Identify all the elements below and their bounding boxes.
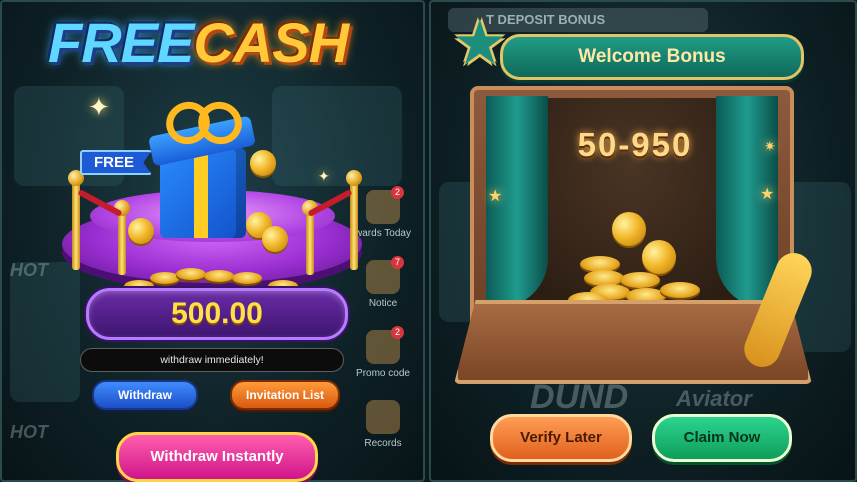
rope-post: [114, 200, 130, 275]
bg-hot-label: HOT: [10, 260, 48, 280]
rope-post: [302, 200, 318, 275]
badge: 2: [391, 186, 404, 199]
bonus-amount: 500.00: [86, 288, 348, 340]
bg-hot-label: HOT: [10, 422, 48, 442]
withdraw-info-text: withdraw immediately!: [80, 348, 344, 372]
coin-icon: [232, 272, 262, 284]
withdraw-instantly-button[interactable]: Withdraw Instantly: [116, 432, 318, 482]
rewards-icon: 2: [366, 186, 404, 224]
side-item-label: Notice: [368, 298, 398, 309]
coin-icon: [642, 240, 676, 274]
gift-box-icon: [148, 115, 256, 238]
side-item-label: Records: [364, 438, 402, 449]
star-badge-icon: ★: [452, 9, 508, 78]
side-item-label: wards Today: [355, 228, 411, 239]
free-tag: FREE: [80, 150, 153, 175]
verify-later-button[interactable]: Verify Later: [490, 414, 632, 462]
sparkle-icon: ✦: [318, 168, 330, 184]
side-item-promo-code: 2 Promo code: [351, 326, 415, 379]
coin-icon: [176, 268, 206, 280]
promo-code-icon: 2: [366, 326, 404, 364]
coin-icon: [612, 212, 646, 246]
coin-icon: [262, 226, 288, 252]
bg-game-title: Aviator: [676, 386, 752, 411]
free-cash-title: FREECASH: [48, 10, 349, 75]
bg-game-title: DUND: [530, 378, 629, 416]
side-item-label: Promo code: [356, 368, 410, 379]
badge: 2: [391, 326, 404, 339]
side-item-notice: 7 Notice: [351, 256, 415, 309]
invitation-list-button[interactable]: Invitation List: [230, 380, 340, 410]
coin-icon: [128, 218, 154, 244]
coin-icon: [204, 270, 234, 282]
coin-icon: [620, 272, 660, 288]
star-icon: ★: [488, 188, 503, 205]
badge: 7: [391, 256, 404, 269]
coin-icon: [660, 282, 700, 298]
bonus-range: 50-950: [577, 126, 693, 163]
star-icon: ✷: [764, 138, 776, 154]
title-cash: CASH: [193, 11, 349, 74]
side-item-records: Records: [351, 400, 415, 449]
background-game-card: [10, 262, 80, 402]
star-icon: ★: [760, 186, 775, 203]
withdraw-button[interactable]: Withdraw: [92, 380, 198, 410]
sparkle-icon: ✦: [88, 92, 110, 122]
side-item-rewards: 2 wards Today: [351, 186, 415, 239]
background-game-card: [272, 86, 402, 186]
notice-icon: 7: [366, 256, 404, 294]
records-icon: [366, 400, 400, 434]
welcome-bonus-header: Welcome Bonus: [500, 34, 804, 80]
title-free: FREE: [48, 11, 194, 74]
coin-icon: [250, 150, 276, 176]
claim-now-button[interactable]: Claim Now: [652, 414, 792, 462]
